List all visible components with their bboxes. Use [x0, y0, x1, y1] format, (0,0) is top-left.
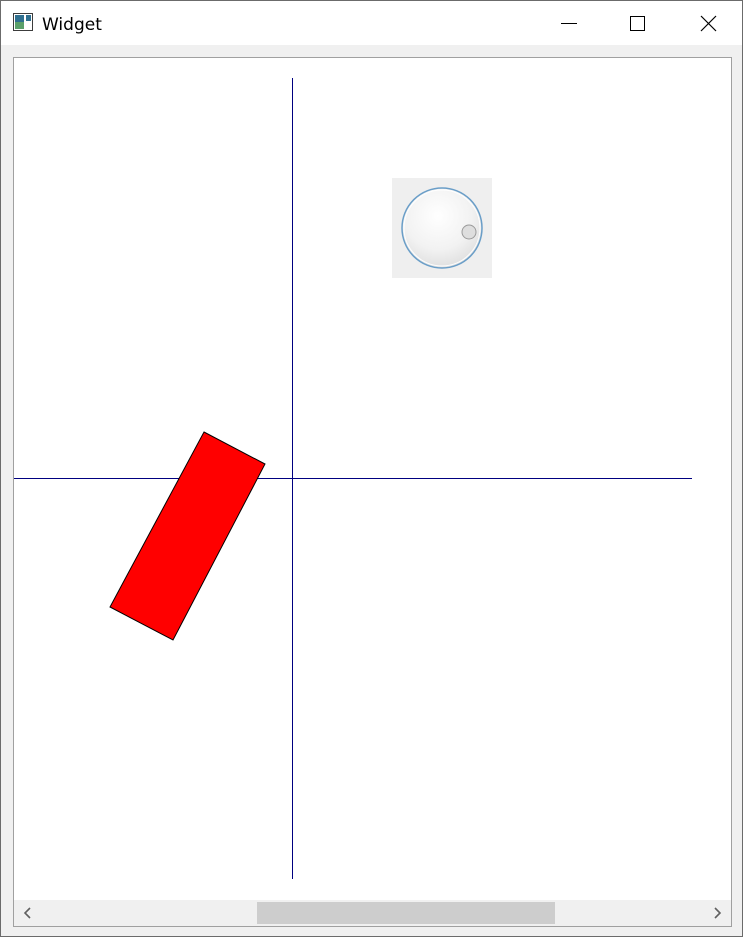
- chevron-left-icon: [23, 907, 31, 919]
- minimize-button[interactable]: [534, 1, 604, 45]
- maximize-button[interactable]: [602, 1, 672, 45]
- graphics-view[interactable]: [13, 57, 732, 927]
- red-rectangle[interactable]: [109, 431, 266, 641]
- scrollbar-thumb[interactable]: [257, 902, 555, 924]
- minimize-icon: [561, 23, 577, 24]
- dial-icon: [401, 187, 483, 269]
- rotary-dial[interactable]: [392, 178, 492, 278]
- close-button[interactable]: [672, 1, 742, 45]
- scene-canvas: [14, 78, 692, 879]
- scroll-left-button[interactable]: [14, 900, 40, 926]
- horizontal-scrollbar[interactable]: [14, 900, 731, 926]
- close-icon: [700, 15, 717, 32]
- chevron-right-icon: [714, 907, 722, 919]
- window-title: Widget: [42, 15, 102, 35]
- scroll-right-button[interactable]: [705, 900, 731, 926]
- title-bar[interactable]: Widget: [1, 1, 742, 45]
- app-window: Widget: [0, 0, 743, 937]
- app-icon: [13, 13, 33, 31]
- maximize-icon: [630, 16, 645, 31]
